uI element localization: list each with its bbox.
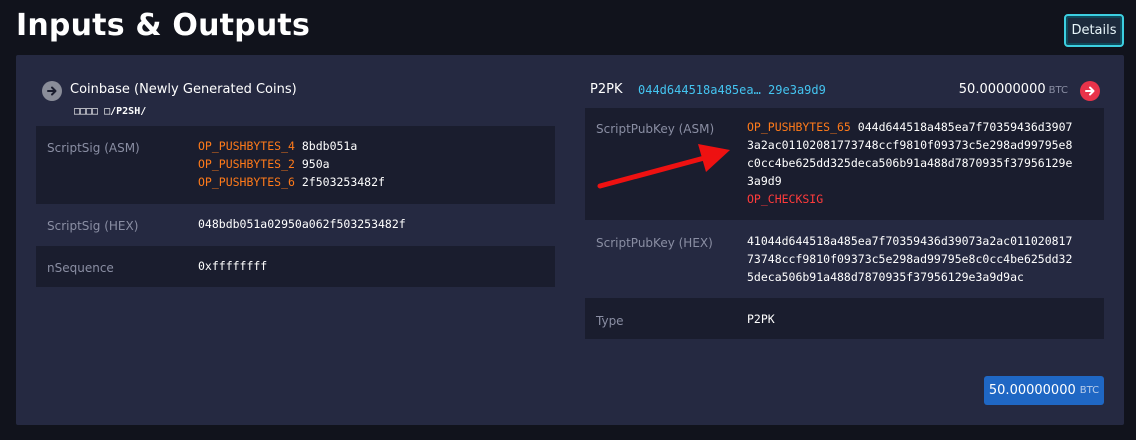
asm-opcode: OP_PUSHBYTES_4 [198, 139, 295, 153]
input-arrow-icon[interactable] [42, 81, 62, 101]
total-value-amount: 50.00000000 [988, 383, 1076, 398]
scriptsig-asm-label: ScriptSig (ASM) [47, 141, 140, 155]
page-title: Inputs & Outputs [16, 8, 311, 43]
output-value-amount: 50.00000000 [958, 82, 1046, 97]
total-value-badge: 50.00000000 BTC [984, 376, 1104, 405]
hex-line: 73748ccf9810f09373c5e298ad99795e8c0cc4be… [747, 252, 1073, 266]
details-button[interactable]: Details [1064, 14, 1124, 47]
asm-opcode: OP_PUSHBYTES_65 [747, 120, 851, 134]
hex-line: 41044d644518a485ea7f70359436d39073a2ac01… [747, 234, 1073, 248]
asm-arg: 8bdb051a [301, 139, 358, 153]
asm-opcode-checksig: OP_CHECKSIG [747, 192, 824, 206]
asm-data-line: 044d644518a485ea7f70359436d3907 [857, 120, 1073, 134]
hex-line: 5deca506b91a488d7870935f37956129e3a9d9ac [747, 270, 1024, 284]
output-type-row-label: Type [596, 314, 624, 328]
nsequence-row [36, 246, 555, 287]
red-pointer-arrow-icon [597, 144, 730, 189]
asm-arg: 950a [301, 157, 330, 171]
output-type-row [585, 298, 1104, 339]
asm-data-line: c0cc4be625dd325deca506b91a488d7870935f37… [747, 156, 1073, 170]
output-value: 50.00000000 BTC [959, 82, 1068, 97]
asm-opcode: OP_PUSHBYTES_6 [198, 175, 295, 189]
scriptpubkey-hex-value: 41044d644518a485ea7f70359436d39073a2ac01… [747, 232, 1072, 286]
coinbase-title: Coinbase (Newly Generated Coins) [70, 82, 297, 97]
scriptsig-asm-value: OP_PUSHBYTES_4 8bdb051a OP_PUSHBYTES_2 9… [198, 137, 385, 191]
scriptsig-hex-value: 048bdb051a02950a062f503253482f [198, 217, 406, 231]
asm-arg: 2f503253482f [301, 175, 385, 189]
scriptpubkey-hex-label: ScriptPubKey (HEX) [596, 236, 713, 250]
output-type-row-value: P2PK [747, 312, 775, 326]
output-type-label: P2PK [590, 82, 623, 97]
output-value-unit: BTC [1048, 85, 1068, 96]
nsequence-label: nSequence [47, 261, 114, 275]
total-value-unit: BTC [1079, 385, 1100, 396]
coinbase-script-text: □□□□ □/P2SH/ [74, 106, 147, 117]
asm-data-line: 3a9d9 [747, 174, 782, 188]
nsequence-value: 0xffffffff [198, 259, 268, 273]
asm-data-line: 3a2ac01102081773748ccf9810f09373c5e298ad… [747, 138, 1073, 152]
asm-opcode: OP_PUSHBYTES_2 [198, 157, 295, 171]
scriptsig-hex-label: ScriptSig (HEX) [47, 219, 139, 233]
output-address-link[interactable]: 044d644518a485ea… 29e3a9d9 [638, 83, 826, 97]
scriptpubkey-asm-label: ScriptPubKey (ASM) [596, 122, 715, 136]
output-arrow-icon[interactable] [1080, 81, 1100, 101]
scriptpubkey-asm-value: OP_PUSHBYTES_65 044d644518a485ea7f703594… [747, 118, 1072, 208]
